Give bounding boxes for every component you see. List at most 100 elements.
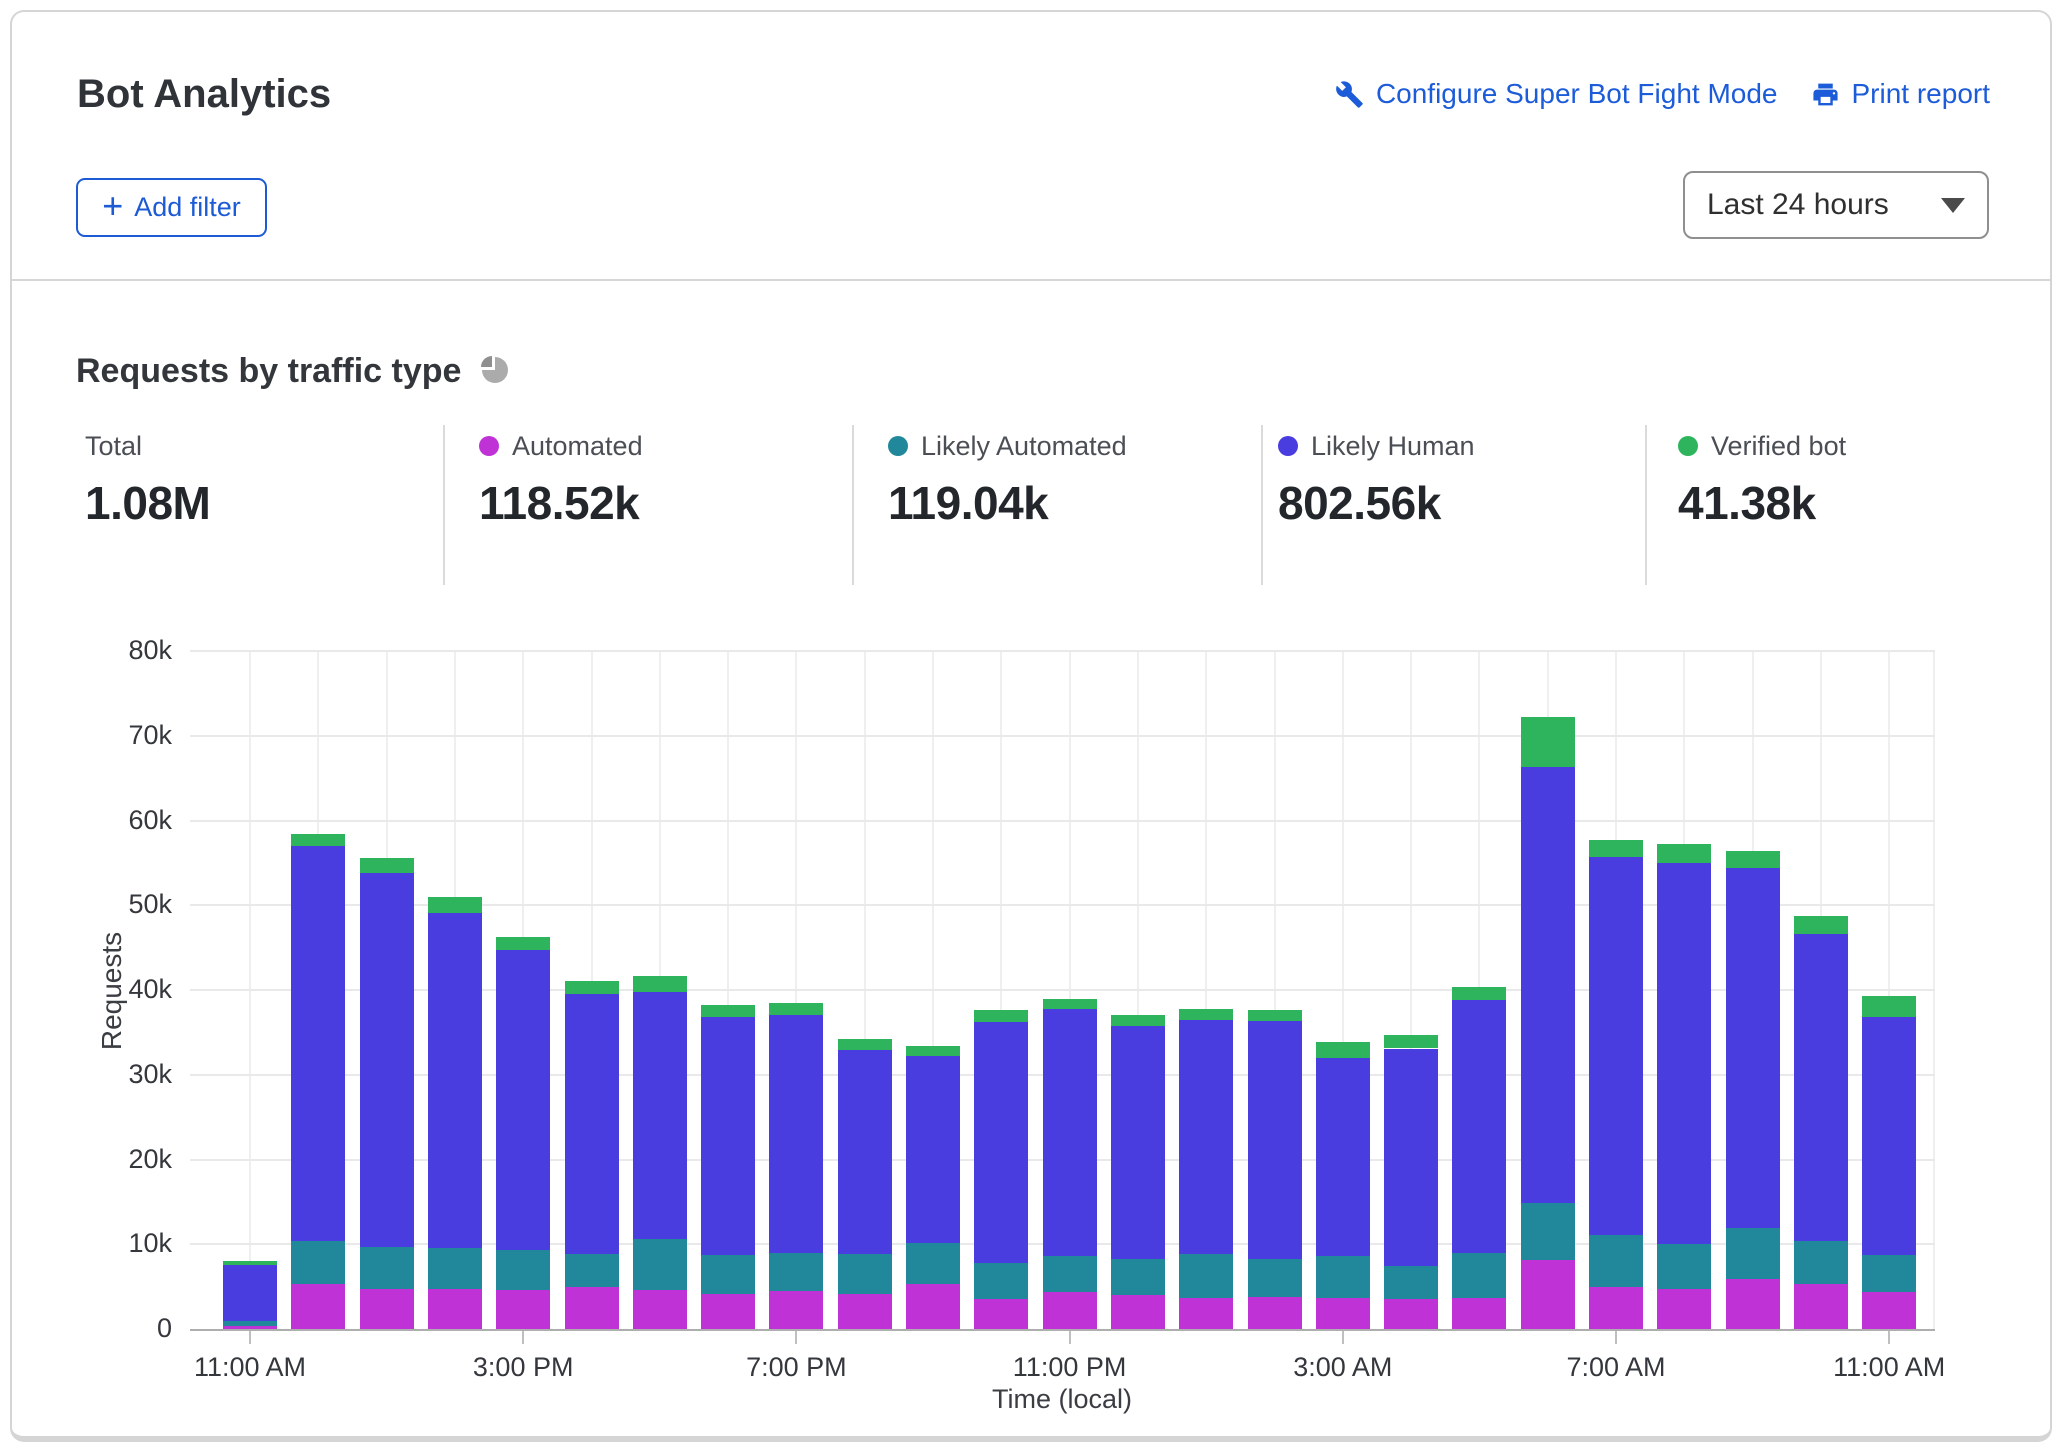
stat-automated[interactable]: Automated118.52k xyxy=(479,430,643,530)
bar-segment-automated[interactable] xyxy=(291,1284,345,1329)
bar-segment-verified-bot[interactable] xyxy=(1862,996,1916,1017)
bar-segment-likely-human[interactable] xyxy=(838,1050,892,1254)
bar-segment-likely-automated[interactable] xyxy=(1589,1235,1643,1287)
bar-segment-likely-human[interactable] xyxy=(906,1056,960,1242)
bar-segment-verified-bot[interactable] xyxy=(1794,916,1848,934)
bar-segment-automated[interactable] xyxy=(496,1290,550,1329)
bar-segment-automated[interactable] xyxy=(633,1290,687,1329)
bar-segment-likely-automated[interactable] xyxy=(1521,1203,1575,1260)
bar-segment-likely-human[interactable] xyxy=(1726,868,1780,1228)
bar-segment-likely-automated[interactable] xyxy=(906,1243,960,1285)
bar-segment-automated[interactable] xyxy=(1384,1299,1438,1329)
bar-segment-verified-bot[interactable] xyxy=(1452,987,1506,1000)
bar-segment-likely-automated[interactable] xyxy=(633,1239,687,1290)
bar-segment-likely-automated[interactable] xyxy=(769,1253,823,1291)
bar-segment-automated[interactable] xyxy=(1726,1279,1780,1329)
bar-segment-likely-human[interactable] xyxy=(1862,1017,1916,1255)
bar-segment-automated[interactable] xyxy=(1179,1298,1233,1329)
bar-segment-likely-human[interactable] xyxy=(428,913,482,1248)
configure-super-bot-fight-mode-link[interactable]: Configure Super Bot Fight Mode xyxy=(1335,78,1778,110)
bar-segment-verified-bot[interactable] xyxy=(633,976,687,991)
bar-segment-verified-bot[interactable] xyxy=(1043,999,1097,1009)
bar-segment-likely-automated[interactable] xyxy=(1657,1244,1711,1289)
bar-segment-likely-human[interactable] xyxy=(1179,1020,1233,1255)
bar-segment-likely-human[interactable] xyxy=(769,1015,823,1252)
bar-segment-likely-human[interactable] xyxy=(291,846,345,1241)
bar-segment-automated[interactable] xyxy=(769,1291,823,1329)
bar-segment-verified-bot[interactable] xyxy=(769,1003,823,1016)
bar-segment-likely-automated[interactable] xyxy=(360,1247,414,1289)
bar-segment-likely-human[interactable] xyxy=(701,1017,755,1255)
bar-segment-verified-bot[interactable] xyxy=(565,981,619,995)
bar-segment-verified-bot[interactable] xyxy=(360,858,414,873)
bar-segment-likely-human[interactable] xyxy=(223,1265,277,1320)
bar-segment-verified-bot[interactable] xyxy=(496,937,550,950)
bar-segment-likely-automated[interactable] xyxy=(1862,1255,1916,1291)
bar-segment-verified-bot[interactable] xyxy=(1657,844,1711,863)
bar-segment-likely-automated[interactable] xyxy=(565,1254,619,1286)
bar-segment-automated[interactable] xyxy=(974,1299,1028,1329)
bar-segment-verified-bot[interactable] xyxy=(223,1261,277,1265)
bar-segment-automated[interactable] xyxy=(1794,1284,1848,1329)
bar-segment-verified-bot[interactable] xyxy=(1248,1010,1302,1021)
bar-segment-automated[interactable] xyxy=(701,1294,755,1329)
bar-segment-automated[interactable] xyxy=(1657,1289,1711,1329)
bar-segment-likely-human[interactable] xyxy=(1248,1021,1302,1259)
bar-segment-verified-bot[interactable] xyxy=(1179,1009,1233,1020)
bar-segment-automated[interactable] xyxy=(360,1289,414,1329)
bar-segment-automated[interactable] xyxy=(428,1289,482,1329)
bar-segment-likely-automated[interactable] xyxy=(1111,1259,1165,1295)
bar-segment-likely-human[interactable] xyxy=(1316,1058,1370,1256)
bar-segment-likely-human[interactable] xyxy=(1452,1000,1506,1253)
bar-segment-likely-automated[interactable] xyxy=(974,1263,1028,1299)
time-range-select[interactable]: Last 24 hours xyxy=(1683,171,1989,239)
bar-segment-automated[interactable] xyxy=(1043,1292,1097,1329)
stat-verified-bot[interactable]: Verified bot41.38k xyxy=(1678,430,1846,530)
stat-likely-human[interactable]: Likely Human802.56k xyxy=(1278,430,1475,530)
bar-segment-verified-bot[interactable] xyxy=(906,1046,960,1056)
bar-segment-verified-bot[interactable] xyxy=(428,897,482,913)
bar-segment-likely-automated[interactable] xyxy=(1248,1259,1302,1297)
bar-segment-automated[interactable] xyxy=(1521,1260,1575,1329)
bar-segment-likely-human[interactable] xyxy=(565,994,619,1254)
bar-segment-likely-automated[interactable] xyxy=(1043,1256,1097,1292)
bar-segment-likely-human[interactable] xyxy=(1589,857,1643,1235)
bar-segment-automated[interactable] xyxy=(1111,1295,1165,1329)
bar-segment-likely-automated[interactable] xyxy=(1384,1266,1438,1299)
bar-segment-likely-automated[interactable] xyxy=(1179,1254,1233,1297)
bar-segment-likely-human[interactable] xyxy=(360,873,414,1247)
stat-likely-automated[interactable]: Likely Automated119.04k xyxy=(888,430,1127,530)
bar-segment-verified-bot[interactable] xyxy=(701,1005,755,1017)
bar-segment-likely-automated[interactable] xyxy=(838,1254,892,1294)
bar-segment-automated[interactable] xyxy=(1248,1297,1302,1329)
bar-segment-verified-bot[interactable] xyxy=(974,1010,1028,1022)
bar-segment-likely-human[interactable] xyxy=(633,992,687,1239)
bar-segment-likely-human[interactable] xyxy=(496,950,550,1250)
bar-segment-automated[interactable] xyxy=(565,1287,619,1329)
stat-total[interactable]: Total1.08M xyxy=(85,430,210,530)
bar-segment-automated[interactable] xyxy=(1316,1298,1370,1329)
bar-segment-likely-automated[interactable] xyxy=(1726,1228,1780,1279)
bar-segment-likely-automated[interactable] xyxy=(1794,1241,1848,1284)
bar-segment-likely-human[interactable] xyxy=(1043,1009,1097,1256)
bar-segment-verified-bot[interactable] xyxy=(838,1039,892,1050)
add-filter-button[interactable]: + Add filter xyxy=(76,178,267,237)
bar-segment-automated[interactable] xyxy=(223,1326,277,1329)
bar-segment-automated[interactable] xyxy=(1862,1292,1916,1329)
bar-segment-verified-bot[interactable] xyxy=(1384,1035,1438,1049)
bar-segment-automated[interactable] xyxy=(1452,1298,1506,1329)
bar-segment-likely-automated[interactable] xyxy=(291,1241,345,1284)
bar-segment-likely-automated[interactable] xyxy=(701,1255,755,1294)
bar-segment-verified-bot[interactable] xyxy=(291,834,345,846)
bar-segment-likely-human[interactable] xyxy=(1111,1026,1165,1258)
bar-segment-automated[interactable] xyxy=(838,1294,892,1329)
bar-segment-verified-bot[interactable] xyxy=(1589,840,1643,857)
bar-segment-likely-automated[interactable] xyxy=(1452,1253,1506,1298)
bar-segment-automated[interactable] xyxy=(906,1284,960,1329)
bar-segment-likely-human[interactable] xyxy=(1384,1049,1438,1267)
bar-segment-likely-automated[interactable] xyxy=(223,1321,277,1327)
print-report-link[interactable]: Print report xyxy=(1811,78,1991,110)
bar-segment-verified-bot[interactable] xyxy=(1726,851,1780,868)
bar-segment-likely-human[interactable] xyxy=(1657,863,1711,1244)
bar-segment-verified-bot[interactable] xyxy=(1316,1042,1370,1058)
